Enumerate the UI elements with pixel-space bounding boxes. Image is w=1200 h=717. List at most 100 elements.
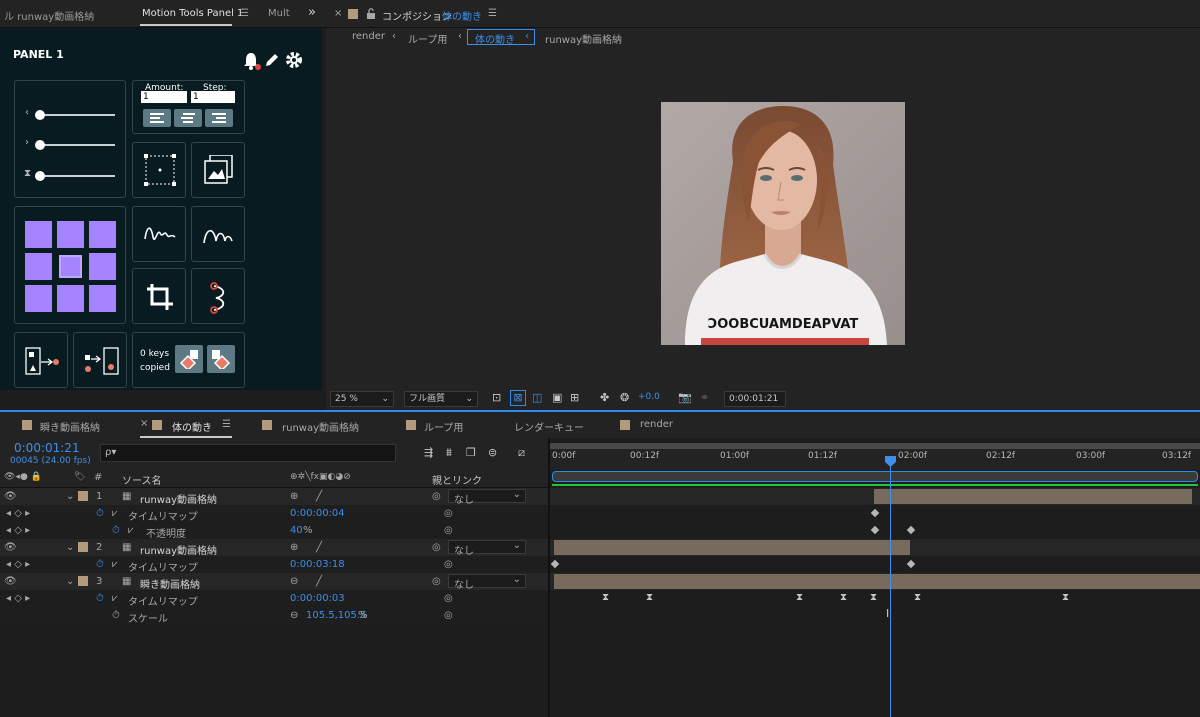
exposure-value[interactable]: +0.0 [638, 392, 660, 402]
align-left-button[interactable] [143, 109, 171, 127]
property-row[interactable]: ◂ ◇ ▸ ⏱ ⩗ タイムリマップ 0:00:03:18 ◎ [0, 556, 548, 574]
expression-pick-icon[interactable]: ◎ [444, 559, 453, 570]
copy-keys-button[interactable] [175, 345, 203, 373]
visibility-eye-icon[interactable]: 👁 [4, 542, 17, 553]
grid-middle-right[interactable] [89, 253, 116, 280]
layer-search-input[interactable]: ρ▾ [100, 444, 396, 462]
time-navigator[interactable] [552, 471, 1198, 482]
comp-mini-flowchart-icon[interactable]: ⇶ [424, 446, 433, 459]
layer-label-swatch[interactable] [78, 542, 88, 552]
expression-pick-icon[interactable]: ◎ [444, 610, 453, 621]
shy-layers-icon[interactable]: ❐ [466, 446, 476, 459]
lock-icon[interactable] [366, 8, 376, 20]
grid-overlay-icon[interactable]: ⊞ [570, 391, 579, 404]
keyframe[interactable] [906, 559, 916, 569]
visibility-eye-icon[interactable]: 👁 [4, 491, 17, 502]
keyframe[interactable] [550, 559, 560, 569]
parent-link-header[interactable]: 親とリンク [432, 472, 482, 487]
reset-exposure-icon[interactable]: ❂ [620, 391, 629, 404]
keyframe-nav-icon[interactable]: ◂ ◇ ▸ [6, 593, 30, 604]
ease-out-slider-track[interactable] [37, 144, 115, 146]
constrain-proportions-icon[interactable]: ⊖ [290, 610, 298, 621]
parent-select[interactable]: なし ⌄ [448, 574, 526, 591]
expression-pick-icon[interactable]: ◎ [444, 525, 453, 536]
hold-keyframe-icon[interactable]: ⧗ [914, 592, 921, 603]
keyframe[interactable] [870, 508, 880, 518]
keyframe-nav-icon[interactable]: ◂ ◇ ▸ [6, 525, 30, 536]
amount-input[interactable]: 1 [141, 91, 187, 103]
crop-button[interactable] [132, 268, 186, 324]
keyframe-nav-icon[interactable]: ◂ ◇ ▸ [6, 508, 30, 519]
playhead-handle-icon[interactable] [884, 456, 897, 468]
layer-row[interactable]: 👁 ⌄ 2 ▦ runway動画格納 ⊕ ╱ ◎ なし ⌄ [0, 539, 548, 557]
expand-tabs-icon[interactable]: » [308, 5, 316, 20]
property-row[interactable]: ◂ ◇ ▸ ⏱ ⩗ タイムリマップ 0:00:00:03 ◎ [0, 590, 548, 608]
ease-out-slider-knob[interactable] [35, 140, 45, 150]
motion-path-button[interactable] [191, 268, 245, 324]
anchor-point-button[interactable] [132, 142, 186, 198]
notification-bell-icon[interactable] [243, 51, 261, 71]
stopwatch-icon[interactable]: ⏱ [96, 593, 104, 604]
snapshot-camera-icon[interactable]: 📷 [678, 391, 692, 404]
duration-slider-knob[interactable] [35, 171, 45, 181]
safe-margins-icon[interactable]: ▣ [552, 391, 562, 404]
property-value[interactable]: 0:00:03:18 [290, 559, 345, 570]
layer-row[interactable]: 👁 ⌄ 1 ▦ runway動画格納 ⊕ ╱ ◎ なし ⌄ [0, 488, 548, 506]
tab-runway-storage[interactable]: runway動画格納 [282, 419, 359, 434]
step-input[interactable]: 1 [191, 91, 235, 103]
time-ruler[interactable]: 0:00f 00:12f 01:00f 01:12f 02:00f 02:12f… [550, 449, 1200, 470]
collapse-transform-icon[interactable]: ⊕ [290, 542, 298, 553]
graph-editor-icon[interactable]: ⧄ [518, 446, 525, 460]
stopwatch-icon[interactable]: ⏱ [96, 559, 104, 570]
collapse-transform-icon[interactable]: ⊖ [290, 576, 298, 587]
stopwatch-icon[interactable]: ⏱ [112, 525, 120, 536]
composition-viewer[interactable]: ƆOOBCUAMDEAPVAT [326, 48, 1200, 388]
stopwatch-icon[interactable]: ⏱ [96, 508, 104, 519]
grid-bottom-center[interactable] [57, 285, 84, 312]
pick-whip-icon[interactable]: ◎ [432, 576, 441, 587]
breadcrumb-render[interactable]: render [352, 31, 385, 42]
align-center-button[interactable] [174, 109, 202, 127]
expression-pick-icon[interactable]: ◎ [444, 508, 453, 519]
duration-slider-track[interactable] [37, 175, 115, 177]
graph-icon[interactable]: ⩗ [112, 508, 118, 519]
grid-top-left[interactable] [25, 221, 52, 248]
comp-menu-icon[interactable]: ☰ [488, 8, 497, 19]
grid-top-right[interactable] [89, 221, 116, 248]
layer-label-swatch[interactable] [78, 576, 88, 586]
draft-3d-icon[interactable]: ⩩ [446, 446, 452, 460]
tab-motion-tools[interactable]: Motion Tools Panel 1 [142, 8, 243, 19]
timeline-timecode[interactable]: 0:00:01:21 [14, 441, 80, 455]
panel-menu-icon[interactable]: ☰ [240, 8, 249, 19]
layer-name[interactable]: runway動画格納 [140, 491, 217, 506]
keyframe-nav-icon[interactable]: ◂ ◇ ▸ [6, 559, 30, 570]
ease-in-slider-track[interactable] [37, 114, 115, 116]
color-channel-icon[interactable]: ✤ [600, 391, 609, 404]
graph-icon[interactable]: ⩗ [112, 559, 118, 570]
tab-runway-storage[interactable]: ル runway動画格納 [4, 8, 94, 23]
current-time-box[interactable]: 0:00:01:21 [724, 391, 786, 407]
gear-icon[interactable] [285, 51, 303, 69]
keyframe[interactable] [906, 525, 916, 535]
tab-body-motion[interactable]: 体の動き [172, 419, 212, 434]
parent-select[interactable]: なし ⌄ [448, 489, 526, 506]
hold-keyframe-icon[interactable]: ⧗ [1062, 592, 1069, 603]
tab-render-queue[interactable]: レンダーキュー [514, 419, 584, 434]
collapse-transform-icon[interactable]: ⊕ [290, 491, 298, 502]
graph-icon[interactable]: ⩗ [128, 525, 134, 536]
hold-keyframe-icon[interactable]: ⧗ [840, 592, 847, 603]
quality-switch-icon[interactable]: ╱ [316, 491, 322, 502]
visibility-eye-icon[interactable]: 👁 [4, 576, 17, 587]
pencil-icon[interactable] [264, 52, 280, 68]
resolution-select[interactable]: フル画質 ⌄ [404, 391, 478, 407]
tab-menu-icon[interactable]: ☰ [222, 419, 231, 430]
layer-track[interactable] [550, 573, 1200, 590]
expand-chevron-icon[interactable]: ⌄ [66, 576, 74, 587]
hold-keyframe-icon[interactable]: ⧗ [646, 592, 653, 603]
hold-keyframe-icon[interactable]: ⧗ [870, 592, 877, 603]
timeline-track-area[interactable]: 0:00f 00:12f 01:00f 01:12f 02:00f 02:12f… [548, 438, 1200, 717]
bounce-button[interactable] [191, 206, 245, 262]
layer-name[interactable]: runway動画格納 [140, 542, 217, 557]
layer-name[interactable]: 瞬き動画格納 [140, 576, 200, 591]
grid-middle-left[interactable] [25, 253, 52, 280]
